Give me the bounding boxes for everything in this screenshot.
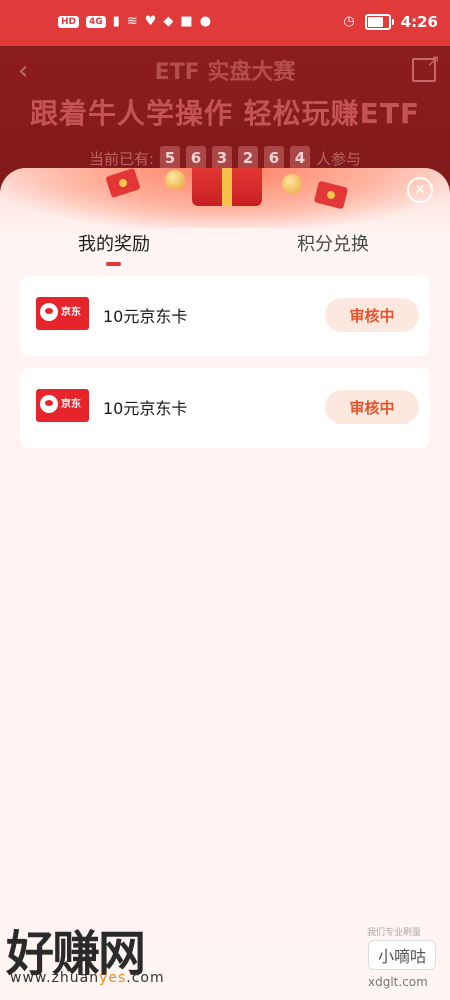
watermark-left: 好赚网 www.zhuanyes.com <box>0 914 200 994</box>
status-bar: HD 4G ▮ ≋ ♥ ◆ ■ ● ◷ 4:26 <box>0 0 450 46</box>
reward-card[interactable]: 京东 10元京东卡 审核中 <box>20 368 430 448</box>
jd-mascot-icon <box>40 395 58 413</box>
signal-icon: ▮ <box>112 14 120 29</box>
participant-prefix: 当前已有: <box>88 149 155 168</box>
tab-points-exchange[interactable]: 积分兑换 <box>297 230 369 256</box>
gift-box-icon <box>192 168 262 206</box>
watermark-url-prefix: www.zhuan <box>10 970 100 986</box>
coin-icon <box>165 170 185 190</box>
reward-status-button[interactable]: 审核中 <box>325 390 419 424</box>
wifi-icon: ≋ <box>126 14 138 29</box>
page-slogan: 跟着牛人学操作 轻松玩赚ETF <box>29 97 421 130</box>
participant-suffix: 人参与 <box>316 149 362 168</box>
chat-icon: ● <box>199 14 212 29</box>
reward-card[interactable]: 京东 10元京东卡 审核中 <box>20 276 430 356</box>
participant-digit: 5 <box>160 146 181 170</box>
jd-logo-icon: 京东 <box>36 297 89 330</box>
watermark-url: www.zhuanyes.com <box>10 970 165 986</box>
clock: 4:26 <box>400 13 438 31</box>
tab-my-rewards[interactable]: 我的奖励 <box>78 230 150 256</box>
reward-title: 10元京东卡 <box>103 399 188 418</box>
watermark-tag: 我们专业刷量 <box>367 928 422 938</box>
status-icons-right: ◷ 4:26 <box>343 13 438 31</box>
page-title: ETF 实盘大赛 <box>154 60 296 85</box>
participant-counter: 当前已有: 5 6 3 2 6 4 人参与 <box>0 146 450 170</box>
participant-digit: 3 <box>212 146 233 170</box>
watermark-box: 小嘀咕 <box>368 940 436 970</box>
reward-status-button[interactable]: 审核中 <box>325 298 419 332</box>
jd-logo-text: 京东 <box>61 399 81 410</box>
watermark-right: 我们专业刷量 小嘀咕 xdglt.com <box>362 925 442 997</box>
close-icon[interactable]: ✕ <box>407 177 433 203</box>
rewards-modal: ✕ 我的奖励 积分兑换 京东 10元京东卡 审核中 京东 10元京东卡 审核中 <box>0 168 450 1000</box>
battery-icon <box>364 14 394 30</box>
watermark-url-highlight: yes <box>99 970 127 986</box>
battery-level <box>367 17 384 27</box>
watermark-url-suffix: .com <box>126 970 165 986</box>
shield-icon: ◆ <box>163 14 174 29</box>
watermark-domain: xdglt.com <box>368 975 428 989</box>
network-chip: 4G <box>86 16 106 28</box>
modal-tabs: 我的奖励 积分兑换 <box>0 230 450 270</box>
heart-icon: ♥ <box>144 14 157 29</box>
participant-digit: 6 <box>264 146 285 170</box>
reward-title: 10元京东卡 <box>103 307 188 326</box>
jd-logo-icon: 京东 <box>36 389 89 422</box>
participant-digit: 2 <box>238 146 259 170</box>
alarm-icon: ◷ <box>343 14 355 29</box>
coin-icon <box>282 174 302 194</box>
participant-digit: 4 <box>290 146 311 170</box>
active-tab-indicator <box>106 262 121 266</box>
jd-mascot-icon <box>40 303 58 321</box>
participant-digit: 6 <box>186 146 207 170</box>
hd-chip: HD <box>58 16 80 28</box>
status-icons-left: HD 4G ▮ ≋ ♥ ◆ ■ ● <box>58 15 211 29</box>
jd-logo-text: 京东 <box>61 307 81 318</box>
app-notification-icon: ■ <box>180 14 193 29</box>
